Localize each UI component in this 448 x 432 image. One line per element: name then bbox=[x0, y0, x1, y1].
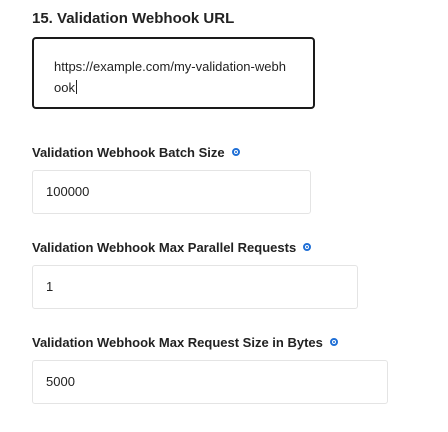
max-parallel-requests-input[interactable]: 1 bbox=[32, 265, 358, 309]
text-cursor bbox=[75, 80, 77, 94]
max-request-size-input[interactable]: 5000 bbox=[32, 360, 388, 404]
max-parallel-requests-label-text: Validation Webhook Max Parallel Requests bbox=[32, 240, 297, 255]
webhook-url-value: https://example.com/my-validation-webhoo… bbox=[54, 59, 286, 95]
webhook-url-input[interactable]: https://example.com/my-validation-webhoo… bbox=[32, 37, 315, 109]
max-request-size-label-text: Validation Webhook Max Request Size in B… bbox=[32, 335, 323, 350]
info-icon[interactable] bbox=[231, 148, 240, 156]
info-icon[interactable] bbox=[329, 338, 338, 346]
max-request-size-label: Validation Webhook Max Request Size in B… bbox=[32, 335, 338, 350]
batch-size-input[interactable]: 100000 bbox=[32, 170, 311, 214]
max-parallel-requests-label: Validation Webhook Max Parallel Requests bbox=[32, 240, 312, 255]
info-icon[interactable] bbox=[303, 243, 312, 251]
batch-size-label-text: Validation Webhook Batch Size bbox=[32, 145, 225, 160]
batch-size-label: Validation Webhook Batch Size bbox=[32, 145, 240, 160]
section-title: 15. Validation Webhook URL bbox=[32, 10, 235, 27]
